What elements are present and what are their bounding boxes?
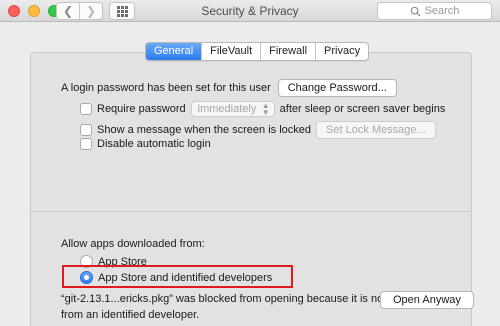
disable-auto-login-label: Disable automatic login [97,138,211,150]
tab-bar: General FileVault Firewall Privacy [145,42,370,61]
after-sleep-text: after sleep or screen saver begins [279,103,446,115]
grid-icon [116,5,128,17]
require-password-checkbox[interactable] [80,103,92,115]
allow-apps-heading-row: Allow apps downloaded from: [61,238,205,250]
require-password-value: immediately [197,103,257,115]
disable-auto-login-checkbox[interactable] [80,138,92,150]
blocked-message-text1: “git-2.13.1...ericks.pkg” was blocked fr… [61,293,387,305]
forward-button[interactable]: ❯ [79,2,103,20]
require-password-popup[interactable]: immediately ▲ ▼ [190,101,275,117]
updown-arrows-icon: ▲ ▼ [261,101,270,117]
minimize-window-button[interactable] [28,5,40,17]
chevron-right-icon: ❯ [85,4,97,18]
blocked-message-line1: “git-2.13.1...ericks.pkg” was blocked fr… [61,293,386,305]
close-window-button[interactable] [8,5,20,17]
section-divider [30,211,472,212]
open-anyway-row: Open Anyway [380,291,474,309]
disable-auto-login-row: Disable automatic login [80,138,211,150]
annotation-highlight-box [62,265,293,288]
show-message-label: Show a message when the screen is locked [97,124,312,136]
blocked-message-line2: from an identified developer. [61,309,199,321]
set-lock-message-button[interactable]: Set Lock Message... [316,121,436,139]
require-password-row: Require password immediately ▲ ▼ after sl… [80,101,445,117]
blocked-message-text2: from an identified developer. [61,309,200,321]
tab-firewall[interactable]: Firewall [260,43,315,60]
tab-privacy[interactable]: Privacy [315,43,368,60]
title-bar: ❮ ❯ Security & Privacy Search [0,0,500,22]
tab-filevault[interactable]: FileVault [201,43,260,60]
login-password-text: A login password has been set for this u… [61,82,271,94]
show-message-row: Show a message when the screen is locked… [80,121,436,139]
back-button[interactable]: ❮ [56,2,80,20]
login-password-row: A login password has been set for this u… [61,79,397,97]
open-anyway-button[interactable]: Open Anyway [380,291,474,309]
chevron-left-icon: ❮ [62,4,74,18]
search-field[interactable]: Search [377,2,492,20]
window-title: Security & Privacy [201,4,299,18]
allow-apps-heading: Allow apps downloaded from: [61,238,205,250]
search-icon [410,6,421,17]
search-placeholder: Search [424,5,460,17]
tab-general[interactable]: General [146,43,202,60]
change-password-button[interactable]: Change Password... [277,79,397,97]
require-password-label: Require password [97,103,186,115]
show-message-checkbox[interactable] [80,124,92,136]
show-all-button[interactable] [109,2,135,20]
